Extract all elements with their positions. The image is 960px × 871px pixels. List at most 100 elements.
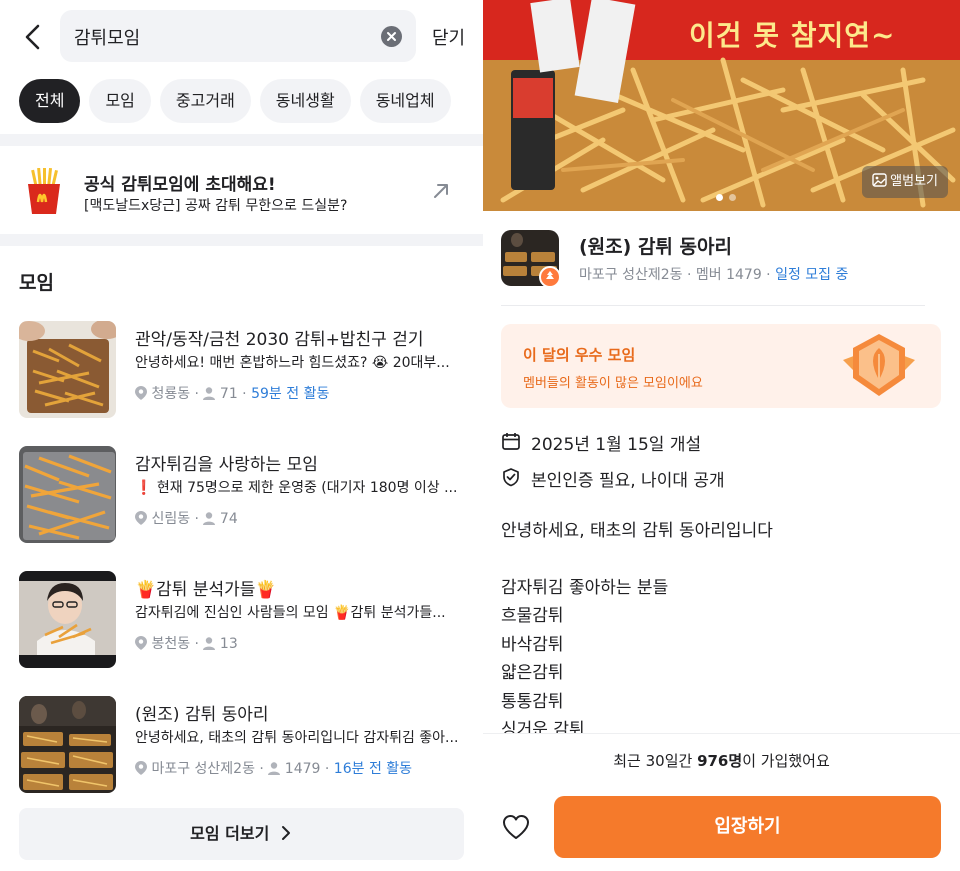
more-groups-label: 모임 더보기	[190, 824, 270, 843]
group-list-item[interactable]: 관악/동작/금천 2030 감튀+밥친구 걷기 안녕하세요! 매번 혼밥하느라 …	[19, 321, 469, 418]
club-members: 멤버 1479	[695, 267, 762, 283]
search-input[interactable]: 감튀모임	[60, 10, 416, 62]
join-notice-suffix: 이 가입했어요	[742, 752, 830, 770]
chip-secondhand[interactable]: 중고거래	[159, 79, 251, 123]
carousel-dot-active	[716, 194, 723, 201]
group-description: 감자튀김에 진심인 사람들의 모임 🍟감튀 분석가들...	[135, 605, 446, 621]
group-thumbnail	[19, 571, 116, 668]
group-description: 안녕하세요! 매번 혼밥하느라 힘드셨죠? 😭 20대부...	[135, 355, 450, 371]
recent-join-notice: 최근 30일간 976명이 가입했어요	[483, 750, 960, 771]
chip-groups[interactable]: 모임	[89, 79, 151, 123]
chip-local-business[interactable]: 동네업체	[359, 79, 451, 123]
group-list-item[interactable]: 감자튀김을 사랑하는 모임 ❗ 현재 75명으로 제한 운영중 (대기자 180…	[19, 446, 469, 543]
description-line: 얇은감튀	[501, 663, 564, 683]
person-icon	[203, 387, 216, 400]
category-chips: 전체 모임 중고거래 동네생활 동네업체	[19, 79, 483, 123]
hero-caption: 이건 못 참지연~	[689, 19, 896, 52]
description-line: 흐물감튀	[501, 606, 564, 626]
shield-check-icon	[503, 468, 519, 487]
description-line: 감자튀김 좋아하는 분들	[501, 578, 669, 598]
group-meta: 봉천동 · 13	[135, 633, 238, 653]
group-members: 74	[219, 511, 238, 527]
chevron-right-icon	[281, 826, 290, 840]
location-pin-icon	[135, 511, 147, 525]
group-list-item[interactable]: 🍟감튀 분석가들🍟 감자튀김에 진심인 사람들의 모임 🍟감튀 분석가들... …	[19, 571, 469, 668]
group-location: 청룡동	[151, 386, 191, 402]
location-pin-icon	[135, 761, 147, 775]
carousel-indicator	[716, 186, 742, 205]
section-divider	[0, 234, 483, 246]
join-notice-prefix: 최근 30일간	[613, 752, 698, 770]
like-heart-icon[interactable]	[501, 812, 531, 842]
description-line: 바삭감튀	[501, 635, 564, 655]
group-meta: 마포구 성산제2동 · 1479 · 16분 전 활동	[135, 758, 412, 778]
section-divider	[0, 134, 483, 146]
promo-banner[interactable]: 공식 감튀모임에 초대해요! [맥도날드x당근] 공짜 감튀 무한으로 드실분?	[0, 146, 483, 234]
divider	[501, 305, 925, 306]
chip-all[interactable]: 전체	[19, 79, 81, 123]
group-title: 관악/동작/금천 2030 감튀+밥친구 걷기	[135, 330, 424, 350]
photo-icon	[872, 173, 887, 187]
description-line: 통통감튀	[501, 692, 564, 712]
description-line: 안녕하세요, 태초의 감튀 동아리입니다	[501, 521, 773, 541]
back-arrow-icon[interactable]	[18, 20, 48, 54]
group-members: 13	[219, 636, 238, 652]
location-pin-icon	[135, 636, 147, 650]
group-description: ❗ 현재 75명으로 제한 운영중 (대기자 180명 이상 ...	[135, 480, 458, 496]
fries-logo-icon	[28, 168, 60, 214]
person-icon	[203, 512, 216, 525]
close-button[interactable]: 닫기	[432, 24, 465, 50]
calendar-icon	[502, 433, 520, 450]
best-group-card: 이 달의 우수 모임 멤버들의 활동이 많은 모임이에요	[501, 324, 941, 408]
best-group-title: 이 달의 우수 모임	[523, 346, 636, 364]
section-title-groups: 모임	[19, 272, 54, 294]
group-meta: 청룡동 · 71 · 59분 전 활동	[135, 383, 329, 403]
award-badge-icon	[843, 334, 915, 396]
group-location: 봉천동	[151, 636, 191, 652]
album-view-label: 앨범보기	[890, 174, 938, 189]
more-groups-button[interactable]: 모임 더보기	[19, 808, 464, 860]
club-level-badge-icon	[539, 266, 561, 288]
group-thumbnail	[19, 321, 116, 418]
external-link-arrow-icon	[434, 184, 448, 198]
club-name: (원조) 감튀 동아리	[579, 236, 732, 258]
person-icon	[203, 637, 216, 650]
group-detail-panel: 이건 못 참지연~ 앨범보기 (원조) 감튀 동아리 마포구 성산제2동 · 멤…	[483, 0, 960, 871]
search-query[interactable]: 감튀모임	[74, 24, 140, 50]
group-meta: 신림동 · 74	[135, 508, 238, 528]
group-thumbnail	[19, 696, 116, 793]
promo-subtitle: [맥도날드x당근] 공짜 감튀 무한으로 드실분?	[84, 198, 348, 214]
hero-image[interactable]: 이건 못 참지연~ 앨범보기	[483, 0, 960, 211]
location-pin-icon	[135, 386, 147, 400]
carousel-dot	[729, 194, 736, 201]
chip-community[interactable]: 동네생활	[259, 79, 351, 123]
clear-search-icon[interactable]	[381, 26, 402, 47]
group-thumbnail	[19, 446, 116, 543]
group-members: 1479	[284, 761, 321, 777]
group-list-item[interactable]: (원조) 감튀 동아리 안녕하세요, 태초의 감튀 동아리입니다 감자튀김 좋아…	[19, 696, 469, 793]
group-members: 71	[219, 386, 238, 402]
best-group-subtitle: 멤버들의 활동이 많은 모임이에요	[523, 376, 703, 391]
group-title: 감자튀김을 사랑하는 모임	[135, 455, 318, 475]
group-activity: 16분 전 활동	[333, 761, 413, 777]
club-meta: 마포구 성산제2동 · 멤버 1479 · 일정 모집 중	[579, 267, 849, 283]
requirement-text: 본인인증 필요, 나이대 공개	[531, 471, 725, 491]
join-notice-count: 976명	[697, 752, 743, 770]
group-location: 마포구 성산제2동	[151, 761, 255, 777]
club-status[interactable]: 일정 모집 중	[775, 267, 848, 283]
promo-title: 공식 감튀모임에 초대해요!	[84, 175, 276, 195]
album-view-button[interactable]: 앨범보기	[862, 166, 948, 198]
group-activity: 59분 전 활동	[251, 386, 330, 402]
founded-date: 2025년 1월 15일 개설	[531, 435, 702, 455]
search-header: 감튀모임 닫기	[0, 0, 483, 72]
enter-group-button[interactable]: 입장하기	[554, 796, 941, 858]
group-description: 안녕하세요, 태초의 감튀 동아리입니다 감자튀김 좋아...	[135, 730, 459, 746]
group-title: 🍟감튀 분석가들🍟	[135, 580, 277, 600]
group-title: (원조) 감튀 동아리	[135, 705, 269, 725]
search-results-panel: 감튀모임 닫기 전체 모임 중고거래 동네생활 동네업체 공식 감튀모임에 초대해요! …	[0, 0, 483, 871]
person-icon	[268, 762, 281, 775]
bottom-action-bar: 최근 30일간 976명이 가입했어요 입장하기	[483, 733, 960, 871]
club-location: 마포구 성산제2동	[579, 267, 683, 283]
group-location: 신림동	[151, 511, 191, 527]
club-header: (원조) 감튀 동아리 마포구 성산제2동 · 멤버 1479 · 일정 모집 …	[501, 228, 941, 292]
